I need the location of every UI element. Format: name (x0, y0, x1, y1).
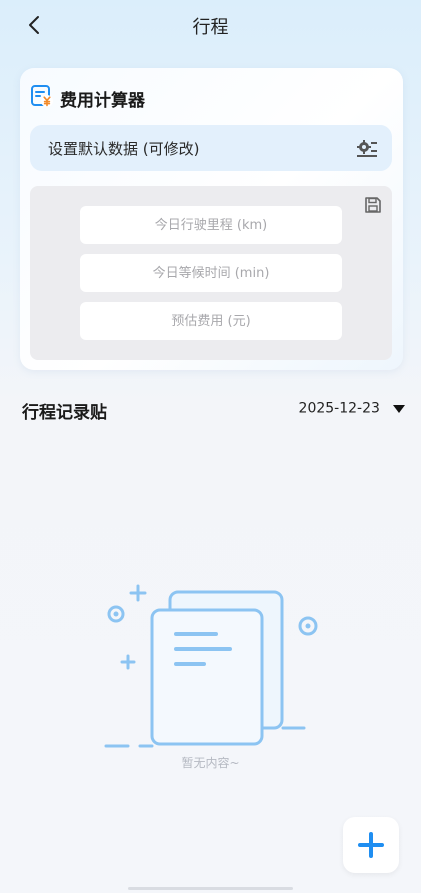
expense-calculator-card: 费用计算器 设置默认数据 (可修改) (20, 68, 403, 370)
selected-date: 2025-12-23 (298, 400, 380, 417)
page-title: 行程 (192, 17, 229, 38)
date-picker[interactable]: 2025-12-23 (299, 398, 405, 420)
trip-records-title: 行程记录贴 (22, 403, 107, 423)
floppy-disk-icon[interactable] (364, 196, 382, 214)
set-default-data-button[interactable]: 设置默认数据 (可修改) (30, 125, 392, 171)
header: 行程 (0, 0, 421, 50)
calculator-yen-icon (31, 85, 53, 107)
set-default-data-label: 设置默认数据 (可修改) (48, 140, 200, 158)
add-record-button[interactable] (343, 817, 399, 873)
empty-documents-icon (104, 584, 318, 748)
settings-list-icon (357, 140, 377, 157)
estimated-fee-input[interactable] (80, 302, 342, 340)
mileage-input[interactable] (80, 206, 342, 244)
home-indicator (128, 887, 293, 890)
plus-icon (358, 832, 384, 858)
empty-state-text: 暂无内容~ (181, 756, 240, 770)
calculator-title: 费用计算器 (60, 91, 145, 111)
caret-down-icon (393, 404, 405, 413)
waiting-time-input[interactable] (80, 254, 342, 292)
calculator-inputs-panel (30, 186, 392, 360)
